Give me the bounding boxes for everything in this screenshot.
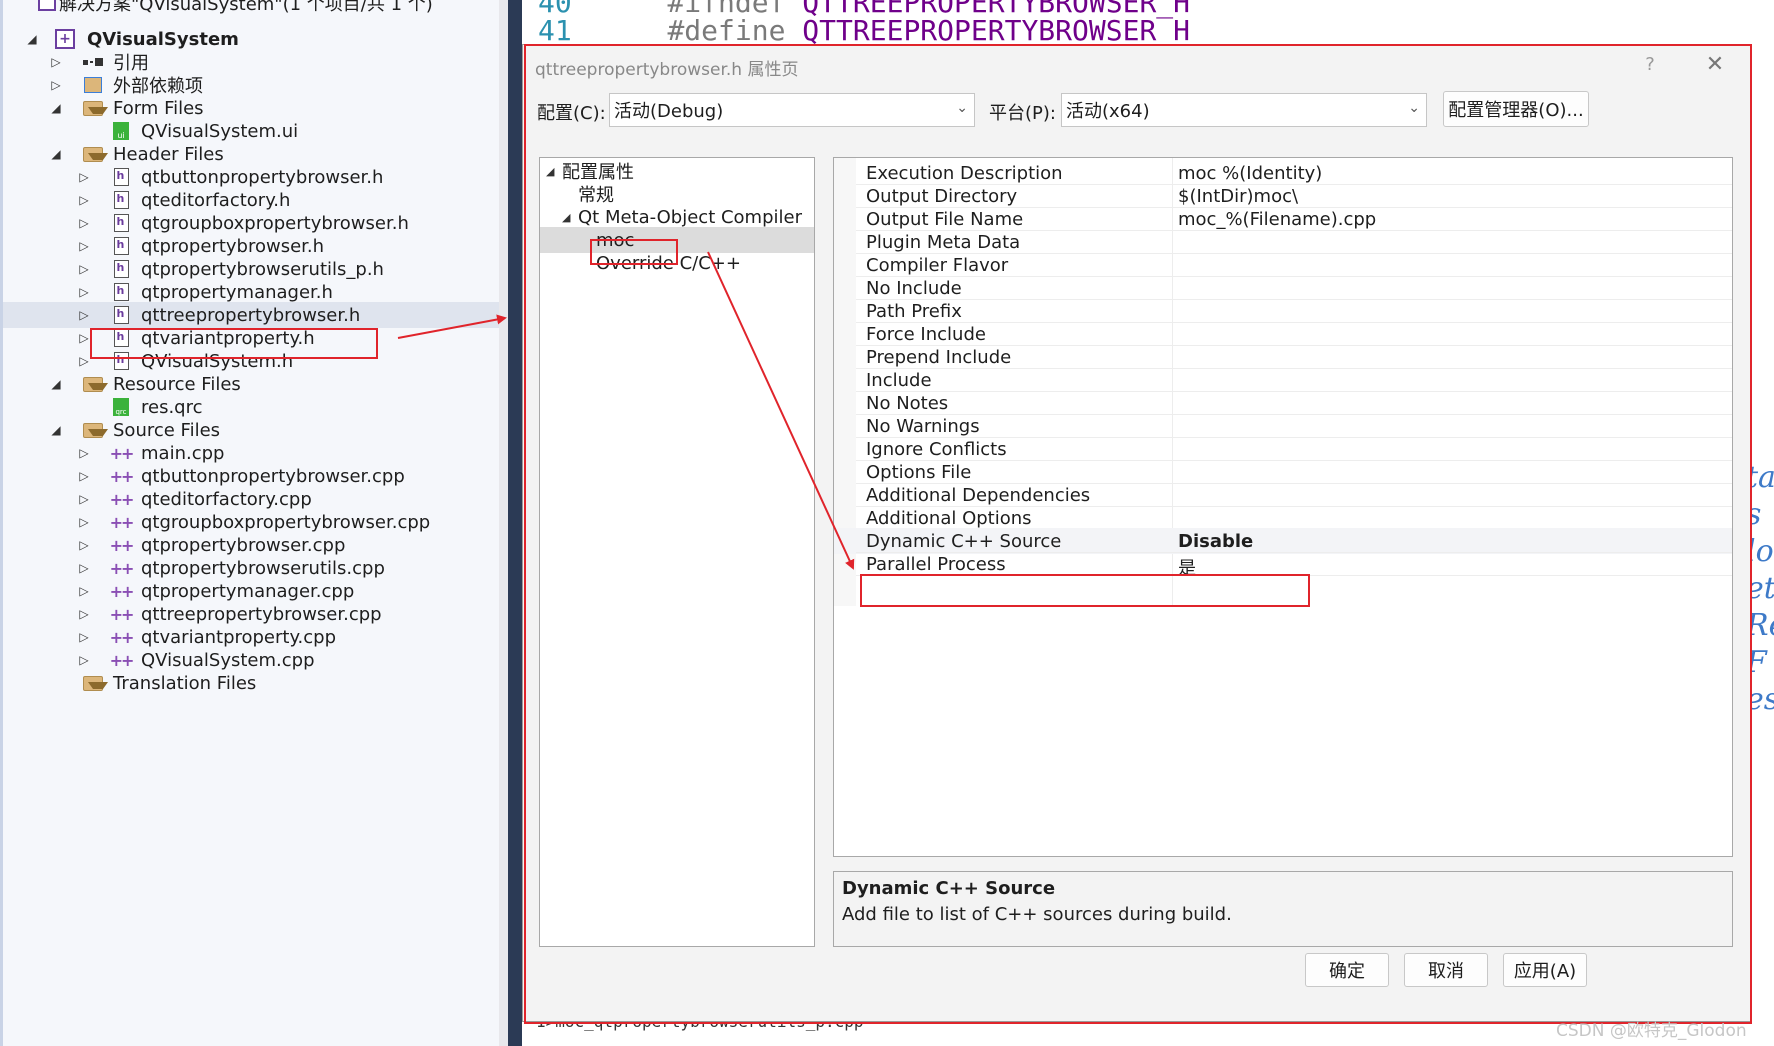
collapsed-arrow-icon[interactable]: ▷	[77, 653, 91, 667]
cpp-file-icon: ++	[109, 627, 135, 647]
ui-file-icon: ui	[111, 121, 131, 141]
line-number: 41	[538, 14, 572, 47]
tree-item-label: qtpropertymanager.cpp	[141, 580, 355, 602]
solution-icon	[37, 0, 57, 13]
collapsed-arrow-icon[interactable]: ▷	[77, 607, 91, 621]
folder-translation-files[interactable]: Translation Files	[3, 670, 508, 696]
cpp-file-icon: ++	[109, 581, 135, 601]
annotation-property-box	[860, 574, 1310, 607]
external-deps-icon	[83, 75, 103, 95]
cpp-file-icon: ++	[109, 604, 135, 624]
header-file-icon	[111, 282, 131, 302]
expanded-arrow-icon[interactable]: ◢	[25, 32, 39, 46]
tree-item-label: res.qrc	[141, 396, 203, 418]
cpp-file-icon: ++	[109, 512, 135, 532]
filter-folder-icon	[83, 673, 108, 693]
collapsed-arrow-icon[interactable]: ▷	[77, 492, 91, 506]
tree-item-label: qtpropertybrowserutils_p.h	[141, 258, 384, 280]
tree-item-label: main.cpp	[141, 442, 225, 464]
tree-item-label: qtbuttonpropertybrowser.h	[141, 166, 384, 188]
collapsed-arrow-icon[interactable]: ▷	[77, 216, 91, 230]
filter-folder-icon	[83, 98, 108, 118]
collapsed-arrow-icon[interactable]: ▷	[77, 630, 91, 644]
cpp-file-icon: ++	[109, 558, 135, 578]
collapsed-arrow-icon[interactable]: ▷	[77, 538, 91, 552]
header-file-icon	[111, 213, 131, 233]
collapsed-arrow-icon[interactable]: ▷	[77, 469, 91, 483]
collapsed-arrow-icon[interactable]: ▷	[77, 446, 91, 460]
project-icon: +	[55, 29, 75, 49]
code-keyword: #define	[667, 14, 803, 47]
collapsed-arrow-icon[interactable]: ▷	[77, 193, 91, 207]
collapsed-arrow-icon[interactable]: ▷	[77, 285, 91, 299]
header-file-icon	[111, 236, 131, 256]
tree-item-label: qtpropertybrowserutils.cpp	[141, 557, 385, 579]
tree-item-label: Translation Files	[113, 672, 257, 694]
collapsed-arrow-icon[interactable]: ▷	[77, 561, 91, 575]
collapsed-arrow-icon[interactable]: ▷	[49, 78, 63, 92]
header-file-icon	[111, 190, 131, 210]
annotation-moc-box	[590, 239, 678, 265]
tree-item-label: qttreepropertybrowser.h	[141, 304, 361, 326]
cpp-file-icon: ++	[109, 489, 135, 509]
code-macro: QTTREEPROPERTYBROWSER_H	[802, 14, 1191, 47]
filter-folder-icon	[83, 374, 108, 394]
expanded-arrow-icon[interactable]: ◢	[49, 377, 63, 391]
filter-folder-icon	[83, 420, 108, 440]
panel-splitter[interactable]	[508, 0, 522, 1046]
collapsed-arrow-icon[interactable]: ▷	[77, 331, 91, 345]
collapsed-arrow-icon[interactable]: ▷	[77, 308, 91, 322]
tree-item-label: qtgroupboxpropertybrowser.cpp	[141, 511, 431, 533]
expanded-arrow-icon[interactable]: ◢	[49, 423, 63, 437]
collapsed-arrow-icon[interactable]: ▷	[77, 170, 91, 184]
header-file-icon	[111, 305, 131, 325]
header-file-icon	[111, 259, 131, 279]
tree-item-label: qtpropertybrowser.cpp	[141, 534, 346, 556]
watermark: CSDN @欧特克_Glodon	[1556, 1021, 1747, 1041]
tree-item-label: Header Files	[113, 143, 224, 165]
tree-item-label: 解决方案"QVisualSystem"(1 个项目/共 1 个)	[59, 0, 433, 15]
solution-explorer-scrollbar[interactable]	[499, 0, 508, 1046]
solution-node[interactable]: 解决方案"QVisualSystem"(1 个项目/共 1 个)	[3, 0, 508, 16]
annotation-file-box	[90, 328, 378, 359]
tree-item-label: Resource Files	[113, 373, 241, 395]
references-icon	[83, 52, 103, 72]
solution-explorer: 解决方案"QVisualSystem"(1 个项目/共 1 个) ◢ + QVisua…	[0, 0, 508, 1046]
collapsed-arrow-icon[interactable]: ▷	[77, 584, 91, 598]
cpp-file-icon: ++	[109, 443, 135, 463]
tree-item-label: qtpropertybrowser.h	[141, 235, 325, 257]
collapsed-arrow-icon[interactable]: ▷	[77, 239, 91, 253]
tree-item-label: qteditorfactory.h	[141, 189, 291, 211]
filter-folder-icon	[83, 144, 108, 164]
tree-item-label: QVisualSystem.cpp	[141, 649, 315, 671]
tree-item-label: qtgroupboxpropertybrowser.h	[141, 212, 409, 234]
tree-item-label: qttreepropertybrowser.cpp	[141, 603, 382, 625]
tree-item-label: qtpropertymanager.h	[141, 281, 333, 303]
tree-item-label: qtbuttonpropertybrowser.cpp	[141, 465, 405, 487]
annotation-dialog-box	[524, 44, 1752, 1024]
cpp-file-icon: ++	[109, 466, 135, 486]
code-line: 41 #define QTTREEPROPERTYBROWSER_H	[538, 14, 1190, 47]
header-file-icon	[111, 167, 131, 187]
collapsed-arrow-icon[interactable]: ▷	[77, 262, 91, 276]
collapsed-arrow-icon[interactable]: ▷	[77, 515, 91, 529]
cpp-file-icon: ++	[109, 650, 135, 670]
collapsed-arrow-icon[interactable]: ▷	[49, 55, 63, 69]
tree-item-label: qteditorfactory.cpp	[141, 488, 312, 510]
cpp-file-icon: ++	[109, 535, 135, 555]
tree-item-label: QVisualSystem	[87, 28, 239, 50]
qrc-file-icon: qrc	[111, 397, 131, 417]
expanded-arrow-icon[interactable]: ◢	[49, 147, 63, 161]
expanded-arrow-icon[interactable]: ◢	[49, 101, 63, 115]
tree-item-label: Source Files	[113, 419, 221, 441]
tree-item-label: Form Files	[113, 97, 204, 119]
tree-item-label: QVisualSystem.ui	[141, 120, 299, 142]
tree-item-label: qtvariantproperty.cpp	[141, 626, 337, 648]
collapsed-arrow-icon[interactable]: ▷	[77, 354, 91, 368]
